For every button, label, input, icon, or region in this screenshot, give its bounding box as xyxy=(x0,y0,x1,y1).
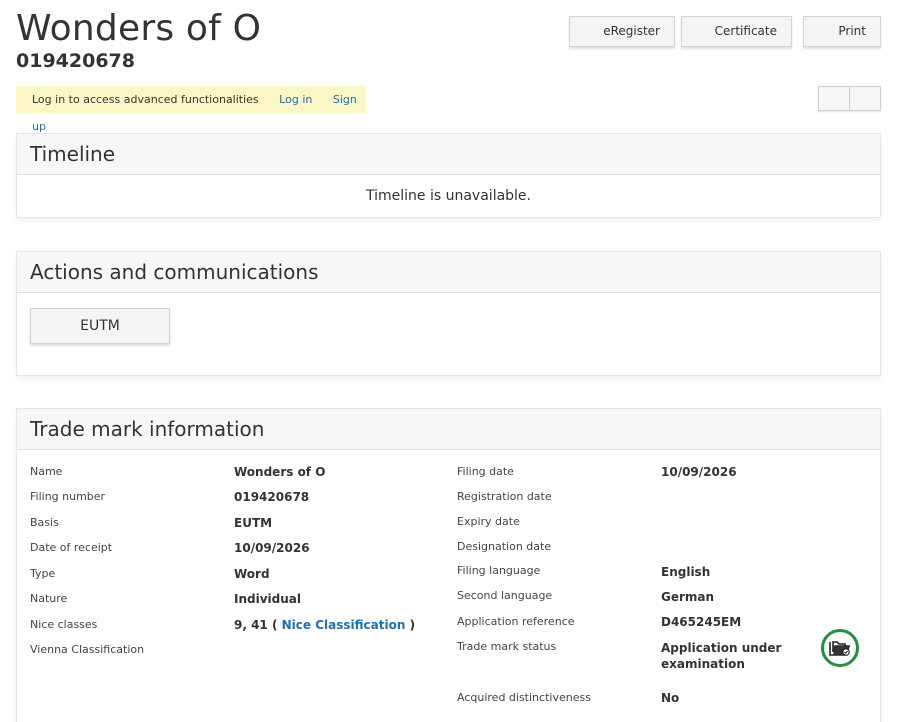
label-filing-date: Filing date xyxy=(457,465,514,478)
value-application-reference: D465245EM xyxy=(661,615,742,629)
nice-classification-link[interactable]: Nice Classification xyxy=(282,618,406,632)
actions-panel: Actions and communications EUTM xyxy=(16,251,881,376)
timeline-message: Timeline is unavailable. xyxy=(366,188,531,204)
value-basis: EUTM xyxy=(234,516,273,530)
value-filing-date: 10/09/2026 xyxy=(661,465,737,479)
value-second-language: German xyxy=(661,590,715,604)
timeline-panel: Timeline Timeline is unavailable. xyxy=(16,133,881,218)
print-button[interactable]: Print xyxy=(803,16,881,47)
view-toggle-right-button[interactable] xyxy=(850,87,880,110)
actions-heading: Actions and communications xyxy=(17,252,880,293)
label-filing-language: Filing language xyxy=(457,564,541,577)
value-filing-language: English xyxy=(661,565,711,579)
value-acquired-distinctiveness: No xyxy=(661,691,680,705)
login-banner: Log in to access advanced functionalitie… xyxy=(16,86,366,133)
label-registration-date: Registration date xyxy=(457,490,552,503)
folder-icon xyxy=(829,641,851,656)
label-name: Name xyxy=(30,465,63,478)
eregister-button[interactable]: eRegister xyxy=(569,16,675,47)
login-link[interactable]: Log in xyxy=(279,93,312,106)
label-vienna-classification: Vienna Classification xyxy=(30,643,145,656)
label-designation-date: Designation date xyxy=(457,540,552,553)
timeline-heading: Timeline xyxy=(17,134,880,175)
label-date-of-receipt: Date of receipt xyxy=(30,541,113,554)
label-second-language: Second language xyxy=(457,589,553,602)
view-toggle-group xyxy=(818,86,881,111)
label-expiry-date: Expiry date xyxy=(457,515,520,528)
value-name: Wonders of O xyxy=(234,465,326,479)
trade-mark-info-heading: Trade mark information xyxy=(17,409,880,450)
label-application-reference: Application reference xyxy=(457,615,575,628)
label-basis: Basis xyxy=(30,516,59,529)
trade-mark-info-panel: Trade mark information Name Wonders of O… xyxy=(16,408,881,722)
page-title: Wonders of O xyxy=(16,8,262,49)
login-message: Log in to access advanced functionalitie… xyxy=(32,93,259,106)
filing-number-heading: 019420678 xyxy=(16,50,135,72)
label-nature: Nature xyxy=(30,592,68,605)
view-toggle-left-button[interactable] xyxy=(819,87,850,110)
value-filing-number: 019420678 xyxy=(234,490,310,504)
label-acquired-distinctiveness: Acquired distinctiveness xyxy=(457,691,591,704)
label-type: Type xyxy=(30,567,56,580)
label-filing-number: Filing number xyxy=(30,490,106,503)
eutm-button[interactable]: EUTM xyxy=(30,308,170,344)
value-nice-classes: 9, 41 ( Nice Classification ) xyxy=(234,618,415,632)
label-nice-classes: Nice classes xyxy=(30,618,98,631)
value-nature: Individual xyxy=(234,592,301,606)
value-trade-mark-status: Application under examination xyxy=(661,641,782,671)
folder-status-icon[interactable] xyxy=(821,629,859,667)
label-trade-mark-status: Trade mark status xyxy=(457,640,557,653)
nice-classes-suffix: ) xyxy=(409,618,416,632)
value-date-of-receipt: 10/09/2026 xyxy=(234,541,310,555)
nice-classes-text: 9, 41 ( xyxy=(234,618,278,632)
certificate-button[interactable]: Certificate xyxy=(681,16,792,47)
value-type: Word xyxy=(234,567,270,581)
